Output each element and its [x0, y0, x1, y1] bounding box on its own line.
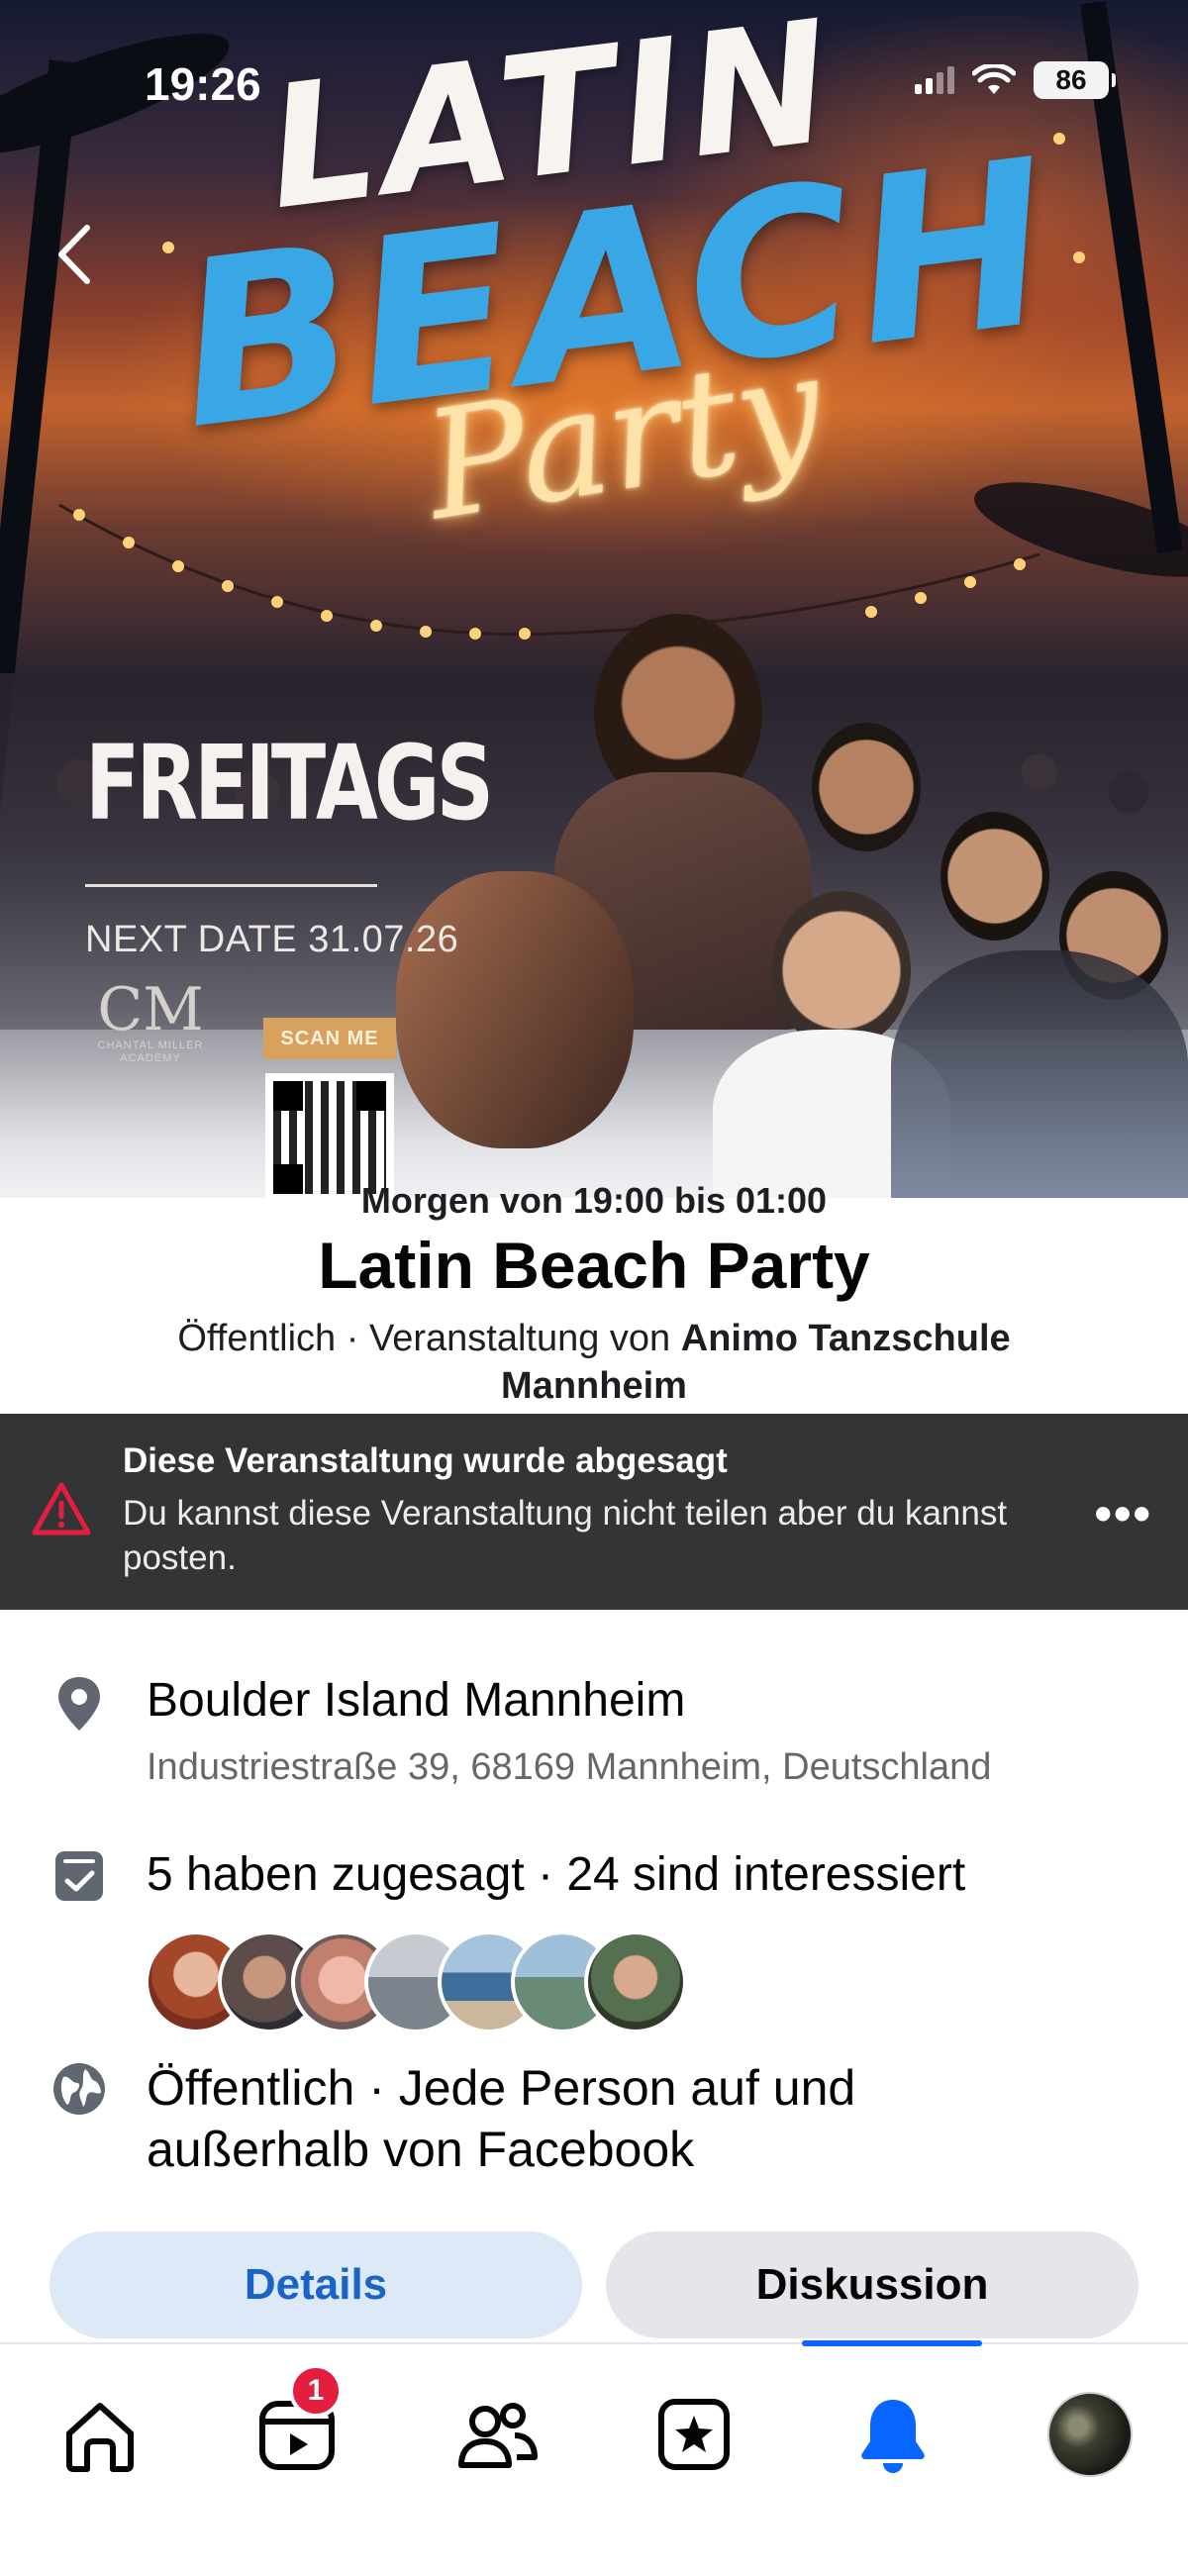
status-time: 19:26	[145, 58, 261, 110]
home-icon[interactable]	[55, 2390, 145, 2479]
location-name[interactable]: Boulder Island Mannheim	[147, 1673, 685, 1728]
status-icons: 86	[915, 61, 1116, 99]
globe-icon	[53, 2063, 105, 2115]
profile-avatar[interactable]	[1047, 2392, 1133, 2477]
dj-face-4	[772, 891, 911, 1049]
avatar[interactable]	[584, 1931, 687, 2033]
bottom-navigation: 1	[0, 2340, 1188, 2576]
dj-face-2	[940, 812, 1049, 941]
calendar-check-icon	[55, 1851, 103, 1901]
event-visibility: Öffentlich · Veranstaltung von	[177, 1318, 681, 1359]
dancer-woman-figure	[396, 871, 634, 1148]
logo-mark: CM	[97, 975, 204, 1044]
event-datetime: Morgen von 19:00 bis 01:00	[360, 1180, 828, 1221]
location-address[interactable]: Industriestraße 39, 68169 Mannheim, Deut…	[147, 1746, 991, 1789]
more-options-button[interactable]: •••	[1094, 1489, 1152, 1538]
poster-day: FREITAGS	[85, 723, 494, 843]
cancelled-banner: Diese Veranstaltung wurde abgesagt Du ka…	[0, 1414, 1188, 1610]
academy-logo: CM CHANTAL MILLER ACADEMY	[81, 980, 220, 1065]
event-cover-image: LATIN BEACH Party FREITAGS NEXT DATE 31.…	[0, 0, 1188, 1198]
attendance-summary[interactable]: 5 haben zugesagt · 24 sind interessiert	[147, 1847, 965, 1902]
scan-me-label: SCAN ME	[263, 1018, 396, 1059]
location-pin-icon	[58, 1677, 100, 1731]
active-tab-indicator	[802, 2340, 982, 2346]
event-organizer-line: Öffentlich · Veranstaltung von Animo Tan…	[99, 1315, 1089, 1410]
notifications-bell-icon[interactable]	[848, 2390, 938, 2479]
poster-divider	[85, 884, 377, 887]
warning-icon	[32, 1482, 91, 1536]
events-star-icon[interactable]	[649, 2390, 739, 2479]
poster-next-date: NEXT DATE 31.07.26	[85, 919, 459, 960]
attendee-avatars[interactable]	[145, 1931, 687, 2033]
dj-face-1	[812, 723, 921, 851]
wifi-icon	[972, 64, 1016, 94]
event-privacy: Öffentlich · Jede Person auf und außerha…	[147, 2060, 856, 2177]
cellular-signal-icon	[915, 66, 954, 94]
friends-icon[interactable]	[451, 2390, 541, 2479]
event-title: Latin Beach Party	[318, 1229, 870, 1302]
banner-title: Diese Veranstaltung wurde abgesagt	[123, 1441, 728, 1480]
tab-discussion[interactable]: Diskussion	[606, 2231, 1138, 2338]
battery-icon: 86	[1034, 61, 1116, 99]
tab-details[interactable]: Details	[50, 2231, 582, 2338]
banner-text: Du kannst diese Veranstaltung nicht teil…	[123, 1494, 1008, 1577]
video-notification-badge: 1	[289, 2364, 343, 2418]
back-chevron-icon[interactable]	[50, 220, 99, 289]
dj-dark-shirts	[891, 950, 1188, 1198]
logo-text: CHANTAL MILLER ACADEMY	[97, 1040, 204, 1064]
